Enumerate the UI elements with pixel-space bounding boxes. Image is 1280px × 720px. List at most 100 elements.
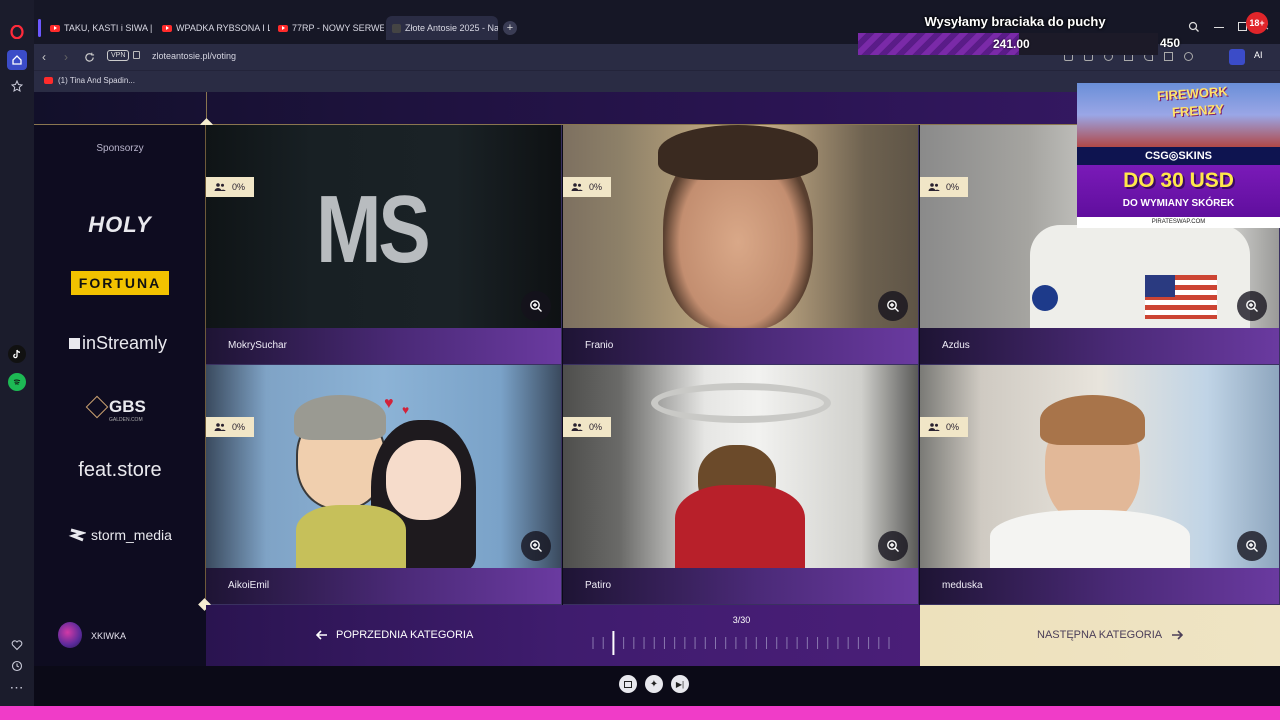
new-tab-plus-icon[interactable]: + [503, 21, 517, 35]
ad-headline: DO 30 USD [1123, 169, 1234, 192]
picture-in-picture-icon[interactable] [619, 675, 637, 693]
heart-decoration-icon: ♥ [384, 395, 394, 412]
sponsor-ad-banner[interactable]: FIREWORK FRENZY CSG◎SKINS DO 30 USD DO W… [1077, 83, 1280, 228]
vpn-badge[interactable]: VPN [107, 50, 130, 61]
opera-logo-icon[interactable] [8, 23, 26, 41]
forward-arrow-icon[interactable]: › [64, 50, 68, 64]
history-clock-icon[interactable] [8, 657, 26, 675]
progress-label: 3/30 [732, 615, 751, 625]
percent-badge: 0% [206, 417, 254, 437]
ad-game-art: FIREWORK FRENZY [1077, 83, 1280, 147]
zoom-in-button[interactable] [1237, 291, 1267, 321]
stream-goal-amount: 241.00 [993, 37, 1030, 51]
minimize-icon[interactable] [1214, 27, 1224, 28]
people-icon [214, 183, 226, 191]
category-navigation: XKIWKA POPRZEDNIA KATEGORIA 3/30 NASTĘPN… [34, 598, 1280, 666]
people-icon [571, 183, 583, 191]
sponsors-panel: Sponsorzy HOLY FORTUNA inStreamly GBS GA… [34, 125, 206, 605]
zoom-in-button[interactable] [521, 531, 551, 561]
nominee-card[interactable]: Franio 0% [563, 125, 919, 365]
nominee-card[interactable]: meduska 0% [920, 365, 1280, 605]
percent-value: 0% [946, 182, 960, 192]
zoom-in-button[interactable] [521, 291, 551, 321]
ad-game-title-1: FIREWORK [1156, 83, 1229, 104]
spacesuit-shape [1030, 225, 1250, 335]
extension-box-icon[interactable] [1229, 49, 1245, 65]
cartoon-sweater [296, 505, 406, 568]
next-category-label: NASTĘPNA KATEGORIA [1037, 629, 1163, 641]
stream-goal-target-label: 450 [1160, 36, 1181, 50]
home-icon[interactable] [7, 50, 27, 70]
gbs-sub: GALDEN.COM [109, 417, 143, 423]
more-dots-icon[interactable]: ⋯ [8, 678, 26, 696]
prev-category-button[interactable]: POPRZEDNIA KATEGORIA [206, 605, 563, 666]
ad-subline: DO WYMIANY SKÓREK [1122, 198, 1235, 209]
search-icon[interactable] [1188, 20, 1202, 34]
nominee-name: AikoiEmil [228, 580, 270, 591]
user-panel[interactable]: XKIWKA [34, 605, 206, 666]
dog-hoodie [675, 485, 805, 568]
people-icon [928, 423, 940, 431]
ad-footer: PIRATESWAP.COM [1077, 217, 1280, 228]
percent-value: 0% [232, 182, 246, 192]
heart-icon[interactable] [8, 636, 26, 654]
next-category-inner: NASTĘPNA KATEGORIA [1037, 629, 1184, 641]
nominee-name: MokrySuchar [228, 340, 287, 351]
tab-title: TAKU, KASTI i SIWA | PATR [64, 23, 154, 33]
tab-4-active[interactable]: Złote Antosie 2025 - Naj [386, 16, 498, 40]
nominee-card[interactable]: ♥ ♥ AikoiEmil 0% [206, 365, 562, 605]
lock-icon [133, 51, 140, 59]
zoom-in-button[interactable] [1237, 531, 1267, 561]
bookmark-label: (1) Tina And Spadin... [58, 76, 135, 85]
tshirt-shape [990, 510, 1190, 568]
ms-logo-text: MS [316, 176, 431, 283]
nominee-name: meduska [942, 580, 983, 591]
nominee-card[interactable]: Patiro 0% [563, 365, 919, 605]
progress-panel: 3/30 [563, 605, 920, 666]
spotify-icon[interactable] [8, 373, 26, 391]
download-icon[interactable] [1164, 52, 1173, 61]
ai-button[interactable]: AI [1254, 50, 1263, 60]
account-icon[interactable] [1184, 52, 1193, 61]
back-arrow-icon[interactable]: ‹ [42, 50, 46, 64]
ad-brand: CSG◎SKINS [1077, 147, 1280, 165]
sparkle-icon[interactable]: ✦ [645, 675, 663, 693]
zoom-in-button[interactable] [878, 531, 908, 561]
holy-logo[interactable]: HOLY [34, 212, 206, 238]
url-field[interactable]: zloteantosie.pl/voting [152, 51, 236, 61]
tab-title: Złote Antosie 2025 - Naj [405, 23, 498, 33]
user-avatar [58, 622, 82, 648]
people-icon [571, 423, 583, 431]
featstore-logo[interactable]: feat.store [34, 459, 206, 482]
storm-media-logo[interactable]: storm_media [91, 527, 172, 543]
hair-shape [1040, 395, 1145, 445]
tab-1[interactable]: TAKU, KASTI i SIWA | PATR [44, 16, 154, 40]
storm-media-mark-icon [68, 526, 88, 544]
percent-badge: 0% [920, 177, 968, 197]
fortuna-logo[interactable]: FORTUNA [71, 271, 169, 295]
zoom-in-button[interactable] [878, 291, 908, 321]
percent-badge: 0% [206, 177, 254, 197]
tiktok-icon[interactable] [8, 345, 26, 363]
nominee-image [563, 365, 918, 568]
tab-3[interactable]: 77RP - NOWY SERWER W [272, 16, 384, 40]
arrow-left-icon [316, 630, 327, 640]
bookmark-item[interactable]: (1) Tina And Spadin... [44, 76, 135, 85]
gbs-logo[interactable]: GBS [109, 397, 146, 417]
prev-category-inner: POPRZEDNIA KATEGORIA [316, 629, 473, 641]
stream-bottom-bar [0, 706, 1280, 720]
instreamly-logo[interactable]: inStreamly [82, 333, 167, 354]
people-icon [928, 183, 940, 191]
youtube-icon [162, 24, 172, 32]
reload-icon[interactable] [84, 50, 95, 68]
tab-2[interactable]: WPADKA RYBSONA I LEQ [156, 16, 270, 40]
instreamly-mark-icon [69, 338, 80, 349]
nasa-patch [1032, 285, 1058, 311]
bookmarks-star-icon[interactable] [8, 77, 26, 95]
percent-value: 0% [232, 422, 246, 432]
cartoon-woman [386, 440, 461, 520]
skip-forward-icon[interactable]: ▶| [671, 675, 689, 693]
next-category-button[interactable]: NASTĘPNA KATEGORIA [920, 605, 1280, 666]
youtube-icon [50, 24, 60, 32]
nominee-card[interactable]: MS MokrySuchar 0% [206, 125, 562, 365]
